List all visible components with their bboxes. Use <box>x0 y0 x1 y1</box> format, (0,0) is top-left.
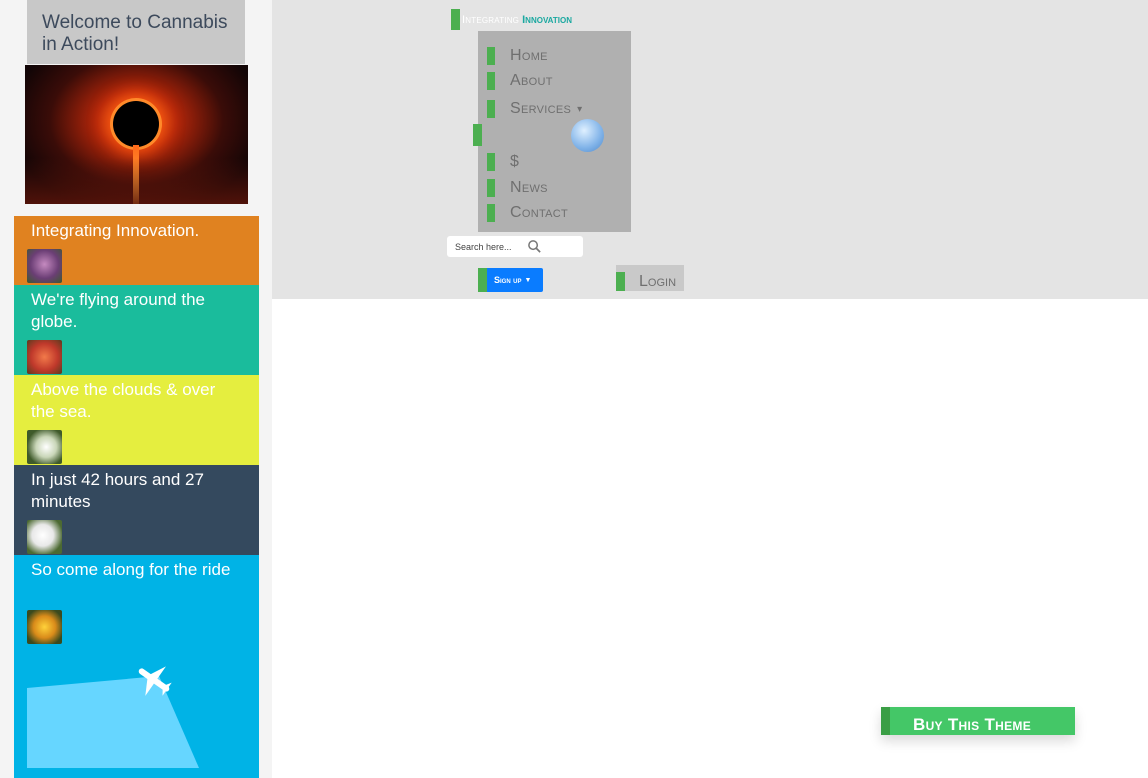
flower-thumbnail <box>27 249 62 283</box>
nav-label: Home <box>510 47 548 64</box>
welcome-title: Welcome to Cannabis in Action! <box>27 0 245 64</box>
flower-thumbnail <box>27 430 62 464</box>
slide-caption: Above the clouds & over the sea. <box>31 380 216 421</box>
flower-thumbnail <box>27 340 62 374</box>
slide-integrating[interactable]: Integrating Innovation. <box>14 216 259 285</box>
nav-item-contact[interactable]: Contact <box>487 203 568 223</box>
nav-accent-bar <box>487 72 495 90</box>
buy-theme-button[interactable]: Buy This Theme <box>881 707 1075 735</box>
nav-item-services[interactable]: Services ▾ <box>487 99 582 119</box>
nav-item-dollar[interactable]: $ <box>487 152 519 172</box>
slide-flying[interactable]: We're flying around the globe. <box>14 285 259 375</box>
brand-text-part2: Innovation <box>522 13 572 26</box>
login-button[interactable]: Login <box>616 265 684 291</box>
nav-accent-bar <box>487 153 495 171</box>
search-input[interactable] <box>453 240 527 253</box>
brand-text-part1: Integrating <box>462 13 520 26</box>
slide-ride[interactable]: So come along for the ride <box>14 555 259 778</box>
buy-accent-bar <box>881 707 890 735</box>
slide-caption: Integrating Innovation. <box>31 221 200 240</box>
search-box <box>447 236 583 257</box>
nav-item-about[interactable]: About <box>487 71 553 91</box>
globe-icon <box>571 119 604 152</box>
nav-accent-bar <box>487 100 495 118</box>
chevron-down-icon: ▼ <box>524 276 532 284</box>
signup-accent-bar <box>478 268 487 292</box>
nav-menu: Home About Services ▾ $ News Contact <box>473 31 631 232</box>
nav-label: Contact <box>510 204 569 221</box>
buy-label: Buy This Theme <box>913 715 1032 734</box>
nav-accent-bar <box>487 204 495 222</box>
site-brand[interactable]: Integrating Innovation <box>451 9 572 30</box>
search-icon[interactable] <box>527 239 542 254</box>
eclipse-clouds <box>25 158 248 204</box>
eclipse-sun <box>113 101 159 147</box>
nav-item-news[interactable]: News <box>487 178 548 198</box>
slide-caption: We're flying around the globe. <box>31 290 205 331</box>
chevron-down-icon: ▾ <box>577 103 583 115</box>
slide-clouds[interactable]: Above the clouds & over the sea. <box>14 375 259 465</box>
slide-hours[interactable]: In just 42 hours and 27 minutes <box>14 465 259 555</box>
signup-label: Sign up <box>494 275 522 285</box>
slide-caption: So come along for the ride <box>31 560 231 579</box>
eclipse-image <box>25 65 248 204</box>
nav-item-home[interactable]: Home <box>487 46 548 66</box>
menu-side-accent <box>473 124 482 146</box>
nav-accent-bar <box>487 47 495 65</box>
nav-label: About <box>510 72 553 89</box>
nav-label: News <box>510 179 548 196</box>
brand-accent-bar <box>451 9 460 30</box>
nav-accent-bar <box>487 179 495 197</box>
nav-label: $ <box>510 153 520 170</box>
slide-caption: In just 42 hours and 27 minutes <box>31 470 204 511</box>
flower-thumbnail <box>27 610 62 644</box>
flower-thumbnail <box>27 520 62 554</box>
airplane-illustration <box>27 666 199 768</box>
nav-label: Services <box>510 100 572 117</box>
login-label: Login <box>639 273 677 290</box>
login-accent-bar <box>616 271 625 291</box>
signup-button[interactable]: Sign up ▼ <box>478 268 543 292</box>
